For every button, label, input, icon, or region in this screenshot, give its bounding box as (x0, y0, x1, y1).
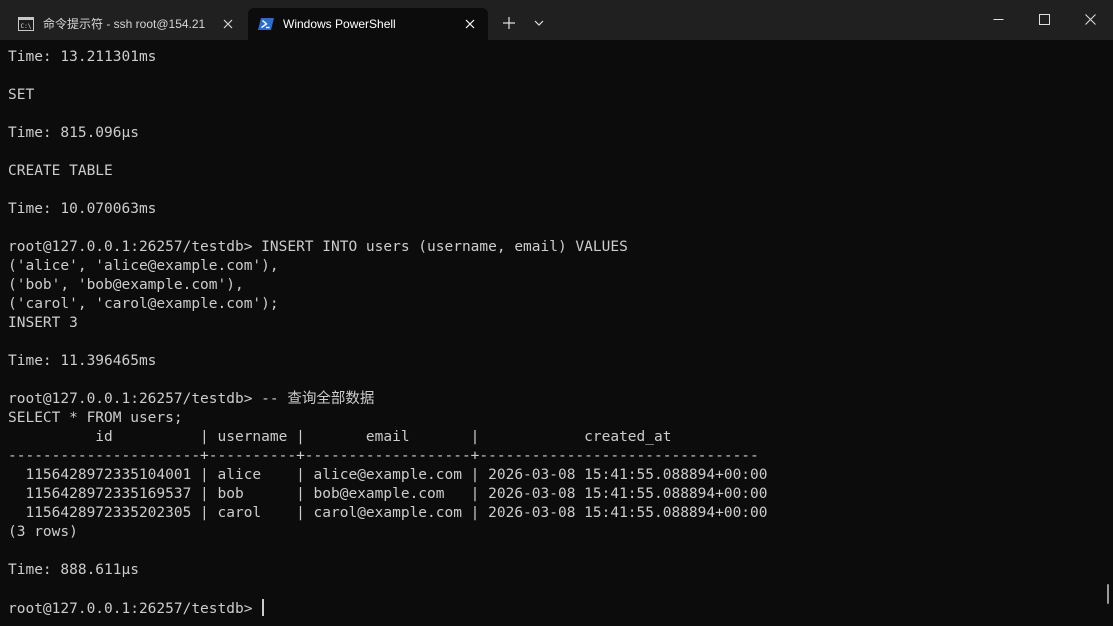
terminal-line: CREATE TABLE (8, 163, 113, 179)
terminal-line: SET (8, 87, 35, 103)
terminal-line: ('bob', 'bob@example.com'), (8, 277, 244, 293)
tab-label: 命令提示符 - ssh root@154.21 (43, 17, 206, 31)
svg-text:C:\: C:\ (21, 23, 32, 30)
maximize-button[interactable] (1021, 0, 1067, 40)
tab-command-prompt[interactable]: C:\ 命令提示符 - ssh root@154.21 (8, 8, 246, 40)
terminal-line: SELECT * FROM users; (8, 410, 183, 426)
terminal-line: 1156428972335104001 | alice | alice@exam… (8, 467, 768, 483)
terminal-line: Time: 10.070063ms (8, 201, 157, 217)
terminal-line: root@127.0.0.1:26257/testdb> INSERT INTO… (8, 239, 628, 255)
title-bar[interactable]: C:\ 命令提示符 - ssh root@154.21 Windows Powe… (0, 0, 1113, 40)
terminal-line: ('alice', 'alice@example.com'), (8, 258, 279, 274)
plus-icon (498, 17, 520, 38)
terminal-line: ('carol', 'carol@example.com'); (8, 296, 279, 312)
close-tab-icon[interactable] (464, 18, 476, 30)
tab-dropdown-button[interactable] (528, 12, 550, 34)
chevron-down-icon (528, 20, 550, 38)
text-cursor (262, 599, 265, 616)
terminal-line: Time: 815.096µs (8, 125, 139, 141)
terminal-line: (3 rows) (8, 524, 78, 540)
scrollbar-thumb[interactable] (1107, 584, 1109, 604)
terminal-line: Time: 11.396465ms (8, 353, 157, 369)
minimize-button[interactable] (975, 0, 1021, 40)
terminal-lines: Time: 13.211301ms SET Time: 815.096µs CREAT… (8, 48, 1104, 599)
terminal-line: INSERT 3 (8, 315, 78, 331)
scrollbar[interactable] (1104, 40, 1113, 626)
tab-label: Windows PowerShell (283, 17, 396, 31)
cmd-icon: C:\ (18, 17, 34, 31)
terminal-line: id | username | email | created_at (8, 429, 672, 445)
terminal-line: Time: 888.611µs (8, 562, 139, 578)
tab-windows-powershell[interactable]: Windows PowerShell (248, 8, 488, 40)
terminal-window: C:\ 命令提示符 - ssh root@154.21 Windows Powe… (0, 0, 1113, 626)
terminal-output[interactable]: Time: 13.211301ms SET Time: 815.096µs CREAT… (0, 40, 1104, 626)
terminal-line: root@127.0.0.1:26257/testdb> -- 查询全部数据 (8, 391, 375, 407)
terminal-line: ----------------------+----------+------… (8, 448, 759, 464)
prompt-text: root@127.0.0.1:26257/testdb> (8, 601, 262, 617)
new-tab-button[interactable] (498, 12, 520, 34)
close-tab-icon[interactable] (222, 18, 234, 30)
close-window-button[interactable] (1067, 0, 1113, 40)
terminal-line: Time: 13.211301ms (8, 49, 157, 65)
powershell-icon (258, 17, 274, 31)
terminal-line: 1156428972335202305 | carol | carol@exam… (8, 505, 768, 521)
terminal-line: 1156428972335169537 | bob | bob@example.… (8, 486, 768, 502)
prompt-line[interactable]: root@127.0.0.1:26257/testdb> (8, 599, 1104, 618)
